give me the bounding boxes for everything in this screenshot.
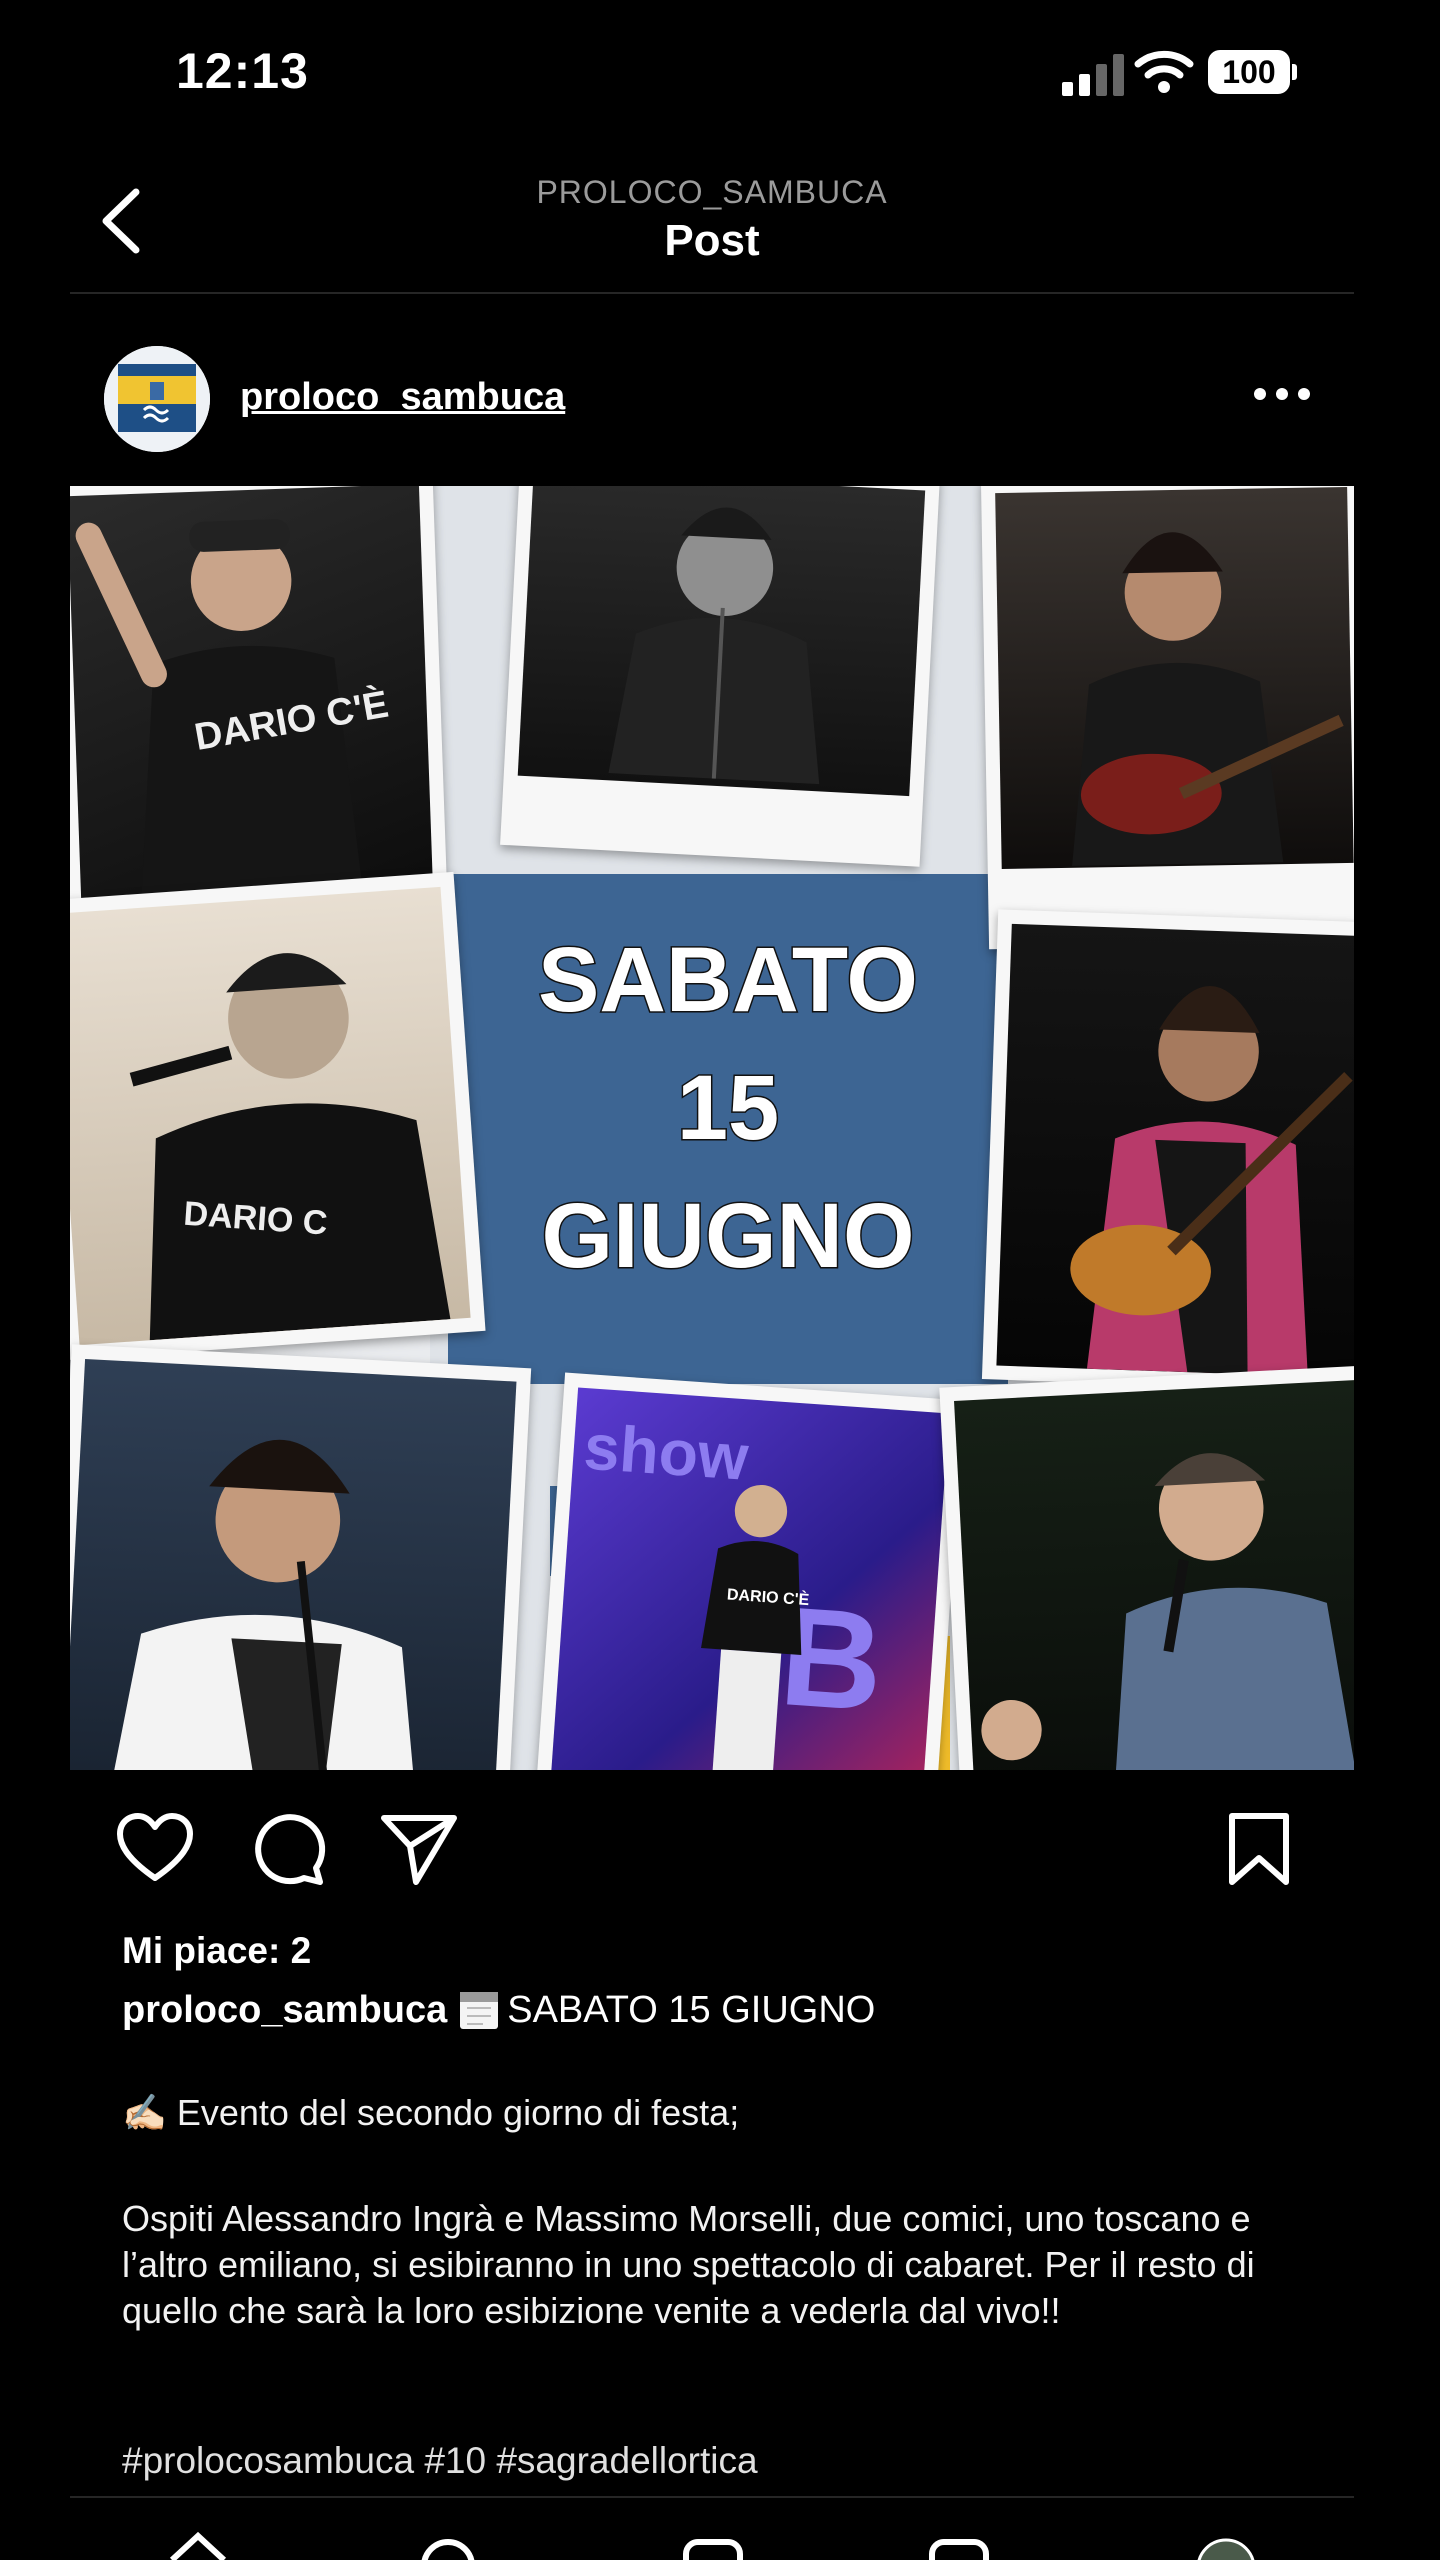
reels-icon[interactable] xyxy=(929,2539,989,2560)
home-icon[interactable] xyxy=(169,2531,227,2560)
wifi-icon xyxy=(1134,50,1194,93)
photo-tile xyxy=(980,486,1354,950)
post-image[interactable]: SABATO 15 GIUGNO DARIO C'È DARIO C show … xyxy=(70,486,1354,1770)
cellular-signal-icon xyxy=(1062,50,1124,96)
header-account-name: PROLOCO_SAMBUCA xyxy=(536,174,888,210)
date-panel-text: SABATO 15 GIUGNO xyxy=(448,916,1008,1300)
hashtags[interactable]: #prolocosambuca #10 #sagradellortica xyxy=(122,2440,758,2482)
search-icon[interactable] xyxy=(421,2539,475,2560)
proloco-logo xyxy=(104,346,210,452)
photo-tile: DARIO C xyxy=(70,871,486,1361)
heart-icon[interactable] xyxy=(116,1810,194,1888)
bookmark-icon[interactable] xyxy=(1220,1810,1298,1888)
date-month: GIUGNO xyxy=(540,1184,916,1289)
photo-tile xyxy=(500,486,940,867)
comment-icon[interactable] xyxy=(250,1810,328,1888)
caption-username[interactable]: proloco_sambuca xyxy=(122,1989,447,2031)
caption-heading: SABATO 15 GIUGNO xyxy=(507,1989,876,2031)
caption-line-1: ✍🏻 Evento del secondo giorno di festa; xyxy=(122,2092,740,2133)
new-post-icon[interactable] xyxy=(683,2539,743,2560)
photo-tile xyxy=(981,909,1354,1393)
header-divider xyxy=(70,292,1354,294)
likes-count[interactable]: Mi piace: 2 xyxy=(122,1930,311,1972)
caption-paragraph: Ospiti Alessandro Ingrà e Massimo Morsel… xyxy=(122,2198,1255,2331)
status-time: 12:13 xyxy=(176,43,309,99)
battery-icon: 100 xyxy=(1208,50,1290,94)
avatar[interactable] xyxy=(104,346,210,452)
photo-tile: DARIO C'È xyxy=(70,486,448,913)
date-day: 15 xyxy=(675,1056,780,1161)
paper-plane-icon[interactable] xyxy=(380,1810,458,1888)
photo-tile xyxy=(939,1364,1354,1770)
photo-tile: show B DARIO C'È xyxy=(535,1372,965,1770)
photo-tile xyxy=(70,1344,532,1770)
page-title: Post xyxy=(664,216,760,265)
profile-avatar-icon[interactable] xyxy=(1197,2538,1255,2560)
date-weekday: SABATO xyxy=(537,928,920,1033)
battery-tip xyxy=(1292,64,1297,80)
bottom-navigation xyxy=(169,2531,1255,2560)
svg-text:show: show xyxy=(582,1411,752,1494)
calendar-icon xyxy=(459,1988,499,2030)
post-username[interactable]: proloco_sambuca xyxy=(240,376,565,419)
more-horizontal-icon[interactable] xyxy=(1254,388,1310,402)
caption-first-line: proloco_sambuca SABATO 15 GIUGNO xyxy=(122,1988,875,2032)
